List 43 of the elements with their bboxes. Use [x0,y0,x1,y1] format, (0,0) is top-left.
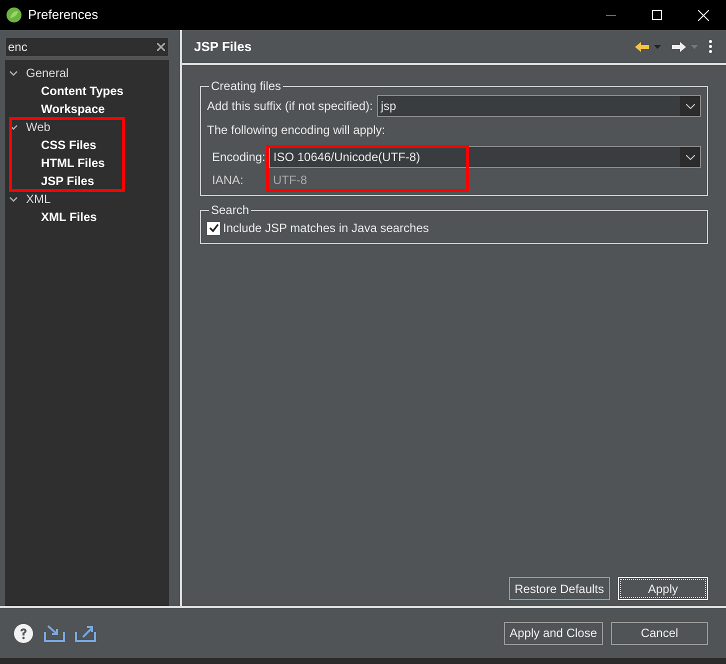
encoding-dropdown[interactable]: ISO 10646/Unicode(UTF-8) [269,146,701,168]
close-icon [698,10,708,20]
iana-label: IANA: [212,172,244,189]
tree-item[interactable]: General [26,64,69,82]
tree-item[interactable]: XML Files [41,208,97,226]
group-title: Search [210,202,250,219]
checkbox[interactable] [207,222,220,234]
window-title: Preferences [28,6,98,24]
page-title: JSP Files [194,38,252,56]
checkbox-label: Include JSP matches in Java searches [223,220,429,237]
dialog-button[interactable]: Apply [618,577,708,600]
minimize-icon [606,14,616,16]
import-icon[interactable] [44,624,65,642]
expand-chevron-icon[interactable] [9,122,18,132]
chevron-icon [686,154,694,160]
forward-arrow-icon[interactable] [672,42,686,52]
back-arrow-icon[interactable] [635,42,649,52]
encoding-label: Encoding: [212,149,266,166]
group-title: Creating files [210,78,282,95]
export-icon[interactable] [75,624,96,642]
maximize-icon [652,10,662,20]
more-icon[interactable] [709,40,712,53]
tree-item[interactable]: Workspace [41,100,105,118]
tree-item[interactable]: XML [26,190,51,208]
iana-value: UTF-8 [273,172,307,189]
suffix-dropdown[interactable]: jsp [376,95,701,117]
tree-item[interactable]: Content Types [41,82,124,100]
tree-item[interactable]: Web [26,118,50,136]
encoding-info-text: The following encoding will apply: [207,122,386,139]
tree-item[interactable]: JSP Files [41,172,94,190]
clear-icon[interactable] [157,43,165,51]
expand-chevron-icon[interactable] [9,68,18,78]
leaf-logo-icon [6,7,22,23]
tree-item[interactable]: CSS Files [41,136,96,154]
dialog-button[interactable]: Apply and Close [504,622,603,644]
dialog-button[interactable]: Restore Defaults [508,577,610,600]
help-icon[interactable] [14,624,33,642]
expand-chevron-icon[interactable] [9,194,18,204]
chevron-icon [686,104,694,108]
filter-field[interactable]: enc [5,37,169,57]
dialog-button[interactable]: Cancel [611,622,708,644]
suffix-label: Add this suffix (if not specified): [207,98,373,115]
tree-item[interactable]: HTML Files [41,154,105,172]
